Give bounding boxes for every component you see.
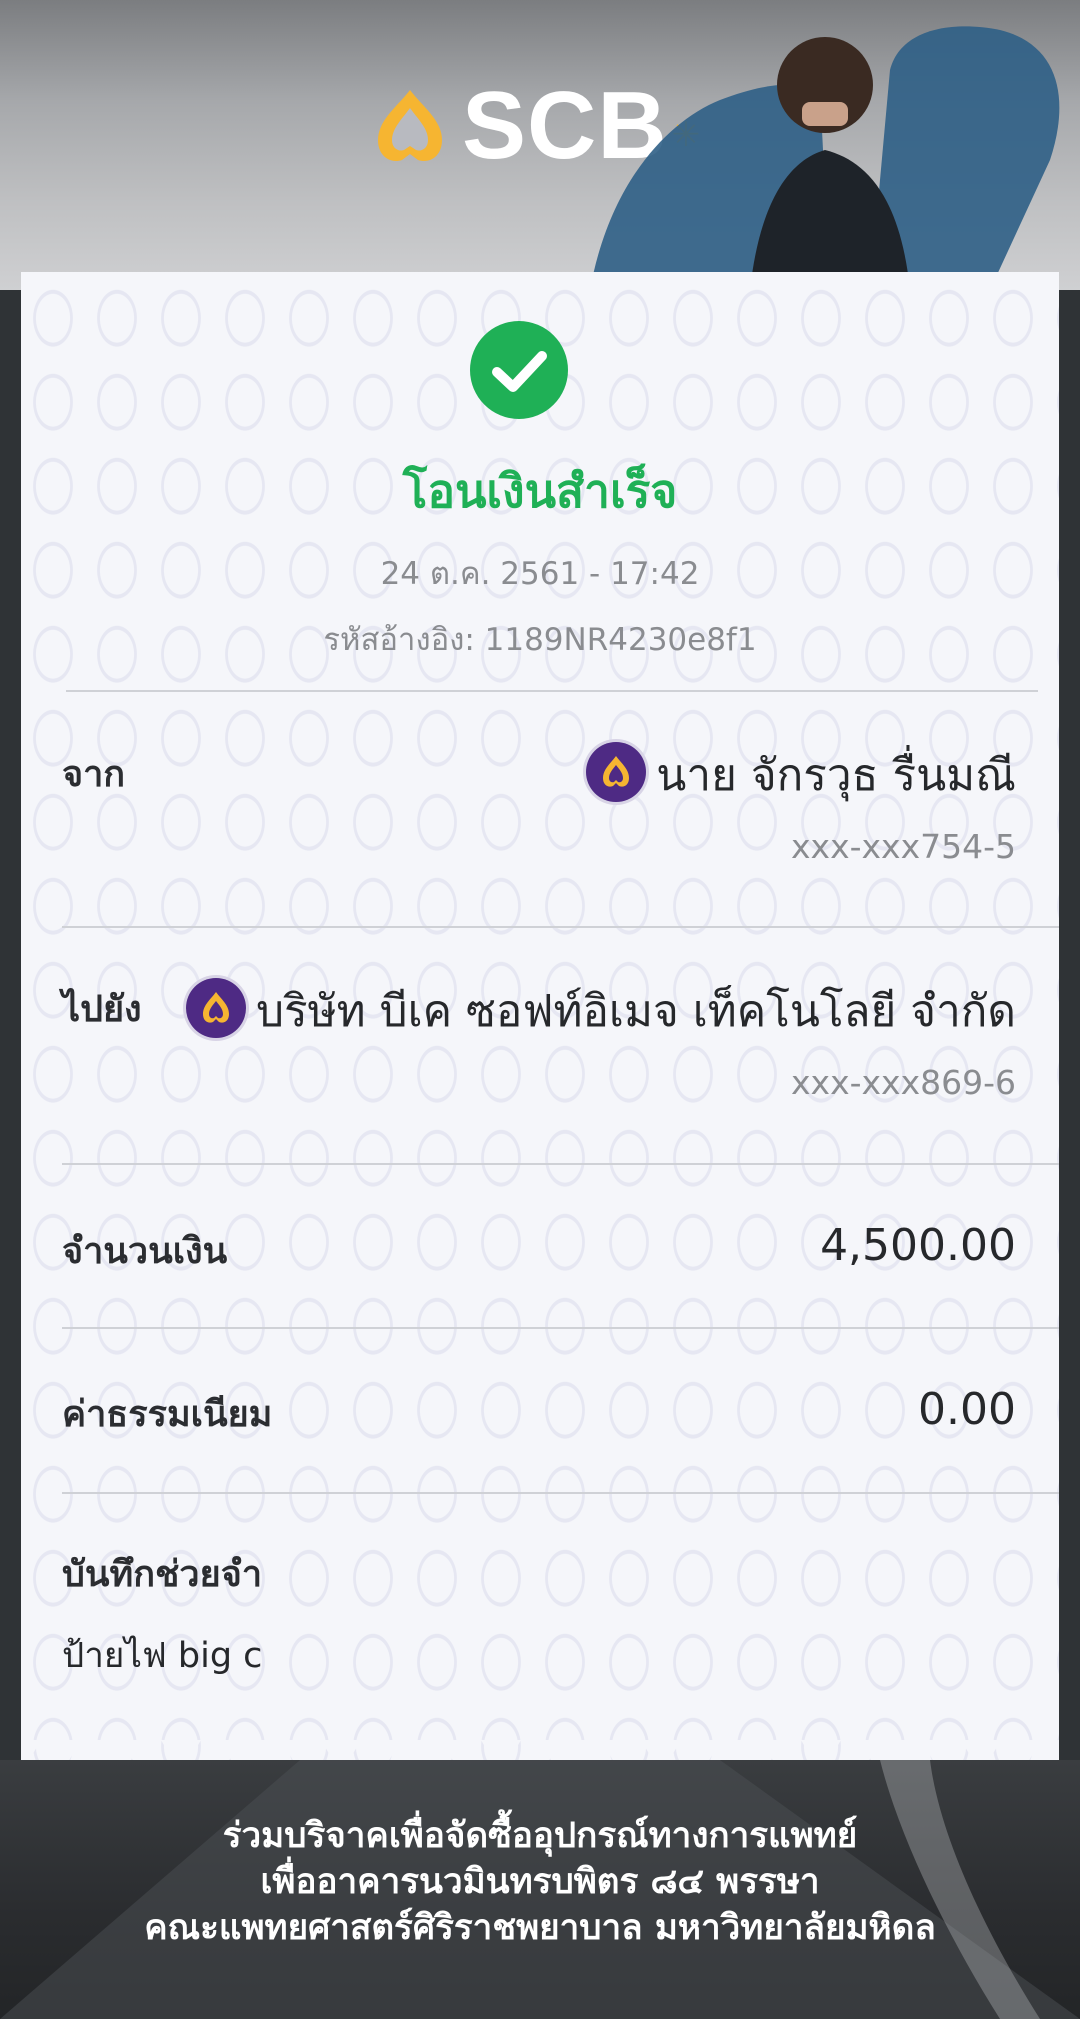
from-name: นาย จักรวุธ รื่นมณี [656, 750, 1016, 801]
amount-value: 4,500.00 [820, 1220, 1016, 1271]
to-label: ไปยัง [62, 989, 142, 1030]
divider [62, 1492, 1059, 1494]
scb-bank-icon [586, 742, 647, 802]
transaction-datetime: 24 ต.ค. 2561 - 17:42 [380, 556, 700, 592]
from-account: xxx-xxx754-5 [791, 827, 1016, 866]
fee-label: ค่าธรรมเนียม [62, 1394, 273, 1435]
reference-code: รหัสอ้างอิง: 1189NR4230e8f1 [323, 622, 757, 658]
header-banner: SCB ✳ [0, 0, 1080, 290]
to-recipient: บริษัท บีเค ซอฟท์อิเมจ เท็คโนโลยี จำกัด [186, 976, 1016, 1046]
donation-line-3: คณะแพทยศาสตร์ศิริราชพยาบาล มหาวิทยาลัยมห… [144, 1908, 936, 1948]
to-account: xxx-xxx869-6 [791, 1063, 1016, 1102]
promo-graphic [590, 26, 1060, 290]
divider [62, 1327, 1059, 1329]
to-name: บริษัท บีเค ซอฟท์อิเมจ เท็คโนโลยี จำกัด [256, 986, 1016, 1037]
divider [66, 690, 1038, 692]
transfer-success-title: โอนเงินสำเร็จ [402, 464, 678, 518]
scb-bell-icon [378, 90, 442, 162]
from-label: จาก [62, 754, 126, 795]
check-circle-icon [470, 321, 568, 419]
divider [62, 926, 1059, 928]
fee-value: 0.00 [918, 1384, 1016, 1435]
from-recipient: นาย จักรวุธ รื่นมณี [586, 740, 1016, 810]
amount-label: จำนวนเงิน [62, 1231, 228, 1272]
scb-bank-icon [186, 978, 247, 1038]
memo-value: ป้ายไฟ big c [62, 1636, 263, 1676]
memo-label: บันทึกช่วยจำ [62, 1554, 263, 1595]
divider [62, 1163, 1059, 1165]
